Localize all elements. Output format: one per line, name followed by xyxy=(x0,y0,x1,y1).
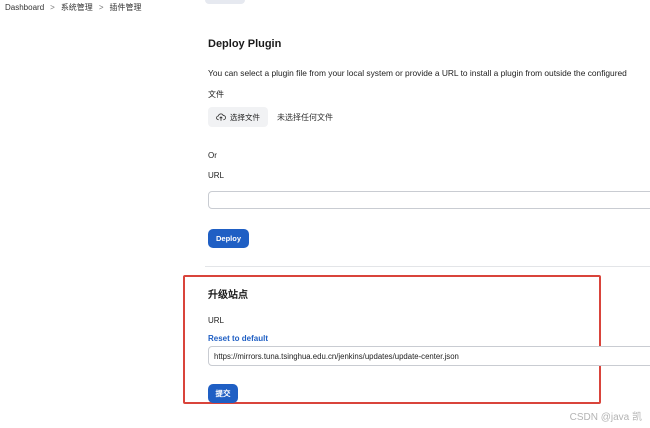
no-file-selected-text: 未选择任何文件 xyxy=(277,113,333,122)
top-decoration xyxy=(205,0,245,4)
breadcrumb-dashboard[interactable]: Dashboard xyxy=(0,3,44,12)
upgrade-site-title: 升级站点 xyxy=(208,290,248,301)
chevron-right-icon: > xyxy=(98,2,104,12)
deploy-url-label: URL xyxy=(208,171,225,180)
reset-to-default-link[interactable]: Reset to default xyxy=(208,334,268,343)
deploy-plugin-title: Deploy Plugin xyxy=(208,38,282,50)
section-divider xyxy=(205,266,650,267)
choose-file-button[interactable]: 选择文件 xyxy=(208,107,268,127)
chevron-right-icon: > xyxy=(50,2,55,12)
upgrade-url-label: URL xyxy=(208,316,225,325)
deploy-plugin-description: You can select a plugin file from your l… xyxy=(208,68,627,78)
watermark: CSDN @java 凯 xyxy=(569,412,642,423)
breadcrumb-plugin-management[interactable]: 插件管理 xyxy=(109,2,141,13)
breadcrumb-system-management[interactable]: 系统管理 xyxy=(61,2,93,13)
deploy-url-input[interactable] xyxy=(208,191,650,209)
choose-file-label: 选择文件 xyxy=(230,112,260,122)
breadcrumb: Dashboard > 系统管理 > 插件管理 xyxy=(0,0,650,14)
cloud-upload-icon xyxy=(216,113,226,121)
file-label: 文件 xyxy=(208,90,224,99)
or-text: Or xyxy=(208,151,217,160)
deploy-button[interactable]: Deploy xyxy=(208,229,249,248)
update-site-url-input[interactable]: https://mirrors.tuna.tsinghua.edu.cn/jen… xyxy=(208,346,650,366)
submit-button[interactable]: 提交 xyxy=(208,384,238,403)
